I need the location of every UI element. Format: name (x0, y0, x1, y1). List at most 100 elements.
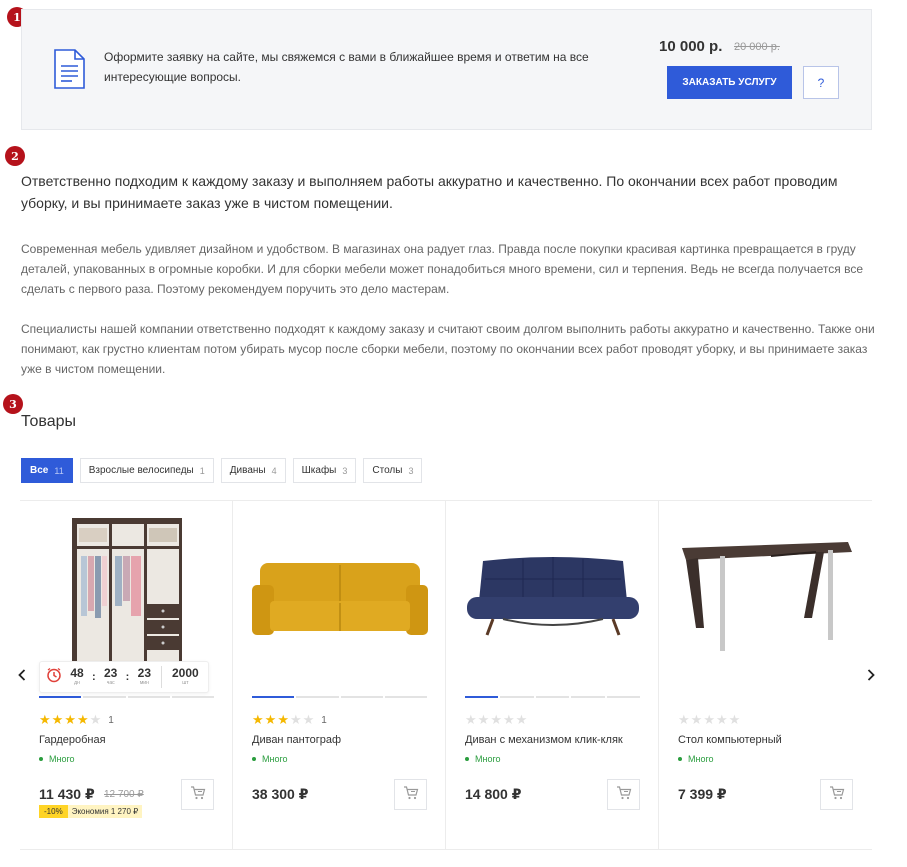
product-card[interactable]: ★ ★ ★ ★ ★ 1 Гардеробная Много 11 430 ₽12 700 ₽ -1… (20, 501, 233, 849)
countdown-timer: 48 дн:23 час:23 мин 2000 шт (39, 661, 210, 693)
star-icon: ★ (690, 712, 703, 727)
product-name[interactable]: Стол компьютерный (678, 734, 782, 746)
discount-badge: -10% Экономия 1 270 ₽ (39, 805, 143, 818)
gallery-dot[interactable] (465, 696, 499, 698)
gallery-dot[interactable] (252, 696, 295, 698)
banner-old-price: 20 000 р. (734, 41, 780, 53)
star-icon: ★ (51, 712, 64, 727)
product-name[interactable]: Гардеробная (39, 734, 106, 746)
review-count: 1 (108, 714, 114, 726)
stock-status: Много (252, 754, 288, 764)
add-to-cart-button[interactable] (607, 779, 640, 810)
cart-icon (190, 786, 206, 803)
banner-price: 10 000 р. (659, 38, 723, 55)
gallery-dot[interactable] (535, 696, 570, 698)
add-to-cart-button[interactable] (394, 779, 427, 810)
product-rating: ★ ★ ★ ★ ★ 1 (252, 712, 327, 728)
product-image[interactable] (32, 513, 221, 683)
product-image[interactable] (245, 513, 434, 683)
filter-tabs: Все 11 Взрослые велосипеды 1 Диваны 4 Шкафы 3 Ст… (21, 458, 423, 483)
gallery-dot[interactable] (571, 696, 605, 698)
gallery-dot[interactable] (296, 696, 339, 698)
add-to-cart-button[interactable] (820, 779, 853, 810)
filter-tab[interactable]: Взрослые велосипеды 1 (79, 458, 214, 483)
timer-qty: 2000 шт (168, 667, 202, 687)
add-to-cart-button[interactable] (181, 779, 214, 810)
product-image[interactable] (671, 513, 860, 683)
order-banner: Оформите заявку на сайте, мы свяжемся с … (21, 9, 872, 130)
section-title: Товары (21, 413, 77, 430)
filter-tab[interactable]: Столы 3 (363, 458, 423, 483)
gallery-dot[interactable] (127, 696, 170, 698)
paragraph-1: Современная мебель удивляет дизайном и у… (21, 242, 863, 296)
filter-count: 3 (408, 465, 414, 476)
banner-text: Оформите заявку на сайте, мы свяжемся с … (104, 50, 589, 84)
product-name[interactable]: Диван с механизмом клик-кляк (465, 734, 623, 746)
star-icon: ★ (490, 712, 502, 727)
star-icon: ★ (477, 712, 490, 727)
product-card[interactable]: ★ ★ ★ ★ ★ Стол компьютерный Много 7 399 ₽ (659, 501, 872, 849)
gallery-dot[interactable] (171, 696, 214, 698)
product-price: 11 430 ₽ (39, 786, 95, 802)
product-rating: ★ ★ ★ ★ ★ (678, 712, 740, 728)
filter-tab[interactable]: Все 11 (21, 458, 73, 483)
stock-status: Много (465, 754, 501, 764)
timer-days: 48 дн (66, 667, 88, 687)
timer-days-value: 48 (70, 666, 84, 680)
product-price: 14 800 ₽ (465, 786, 522, 802)
timer-hours-label: час (106, 680, 115, 686)
star-icon: ★ (252, 712, 264, 727)
star-icon: ★ (302, 712, 315, 727)
gallery-dot[interactable] (39, 696, 82, 698)
paragraph-2: Специалисты нашей компании ответственно … (21, 322, 875, 376)
discount-percent: -10% (39, 805, 68, 818)
timer-hours: 23 час (100, 667, 122, 687)
star-icon: ★ (277, 712, 289, 727)
star-icon: ★ (89, 712, 102, 727)
clock-icon (46, 667, 62, 688)
filter-tab[interactable]: Диваны 4 (220, 458, 286, 483)
document-icon (53, 49, 85, 94)
timer-separator: : (125, 671, 130, 683)
star-icon: ★ (715, 712, 728, 727)
cart-icon (403, 786, 419, 803)
economy-label: Экономия 1 270 ₽ (67, 805, 143, 818)
timer-qty-label: шт (182, 680, 189, 686)
filter-label: Столы (372, 465, 403, 476)
product-name[interactable]: Диван пантограф (252, 734, 341, 746)
star-icon: ★ (678, 712, 690, 727)
filter-label: Взрослые велосипеды (88, 465, 194, 476)
timer-days-label: дн (74, 680, 80, 686)
timer-hours-value: 23 (103, 666, 118, 680)
filter-tab[interactable]: Шкафы 3 (292, 458, 357, 483)
star-icon: ★ (64, 712, 76, 727)
filter-count: 4 (271, 465, 277, 476)
stock-status: Много (39, 754, 75, 764)
gallery-dot[interactable] (83, 696, 126, 698)
gallery-dot[interactable] (384, 696, 427, 698)
stock-status: Много (678, 754, 714, 764)
product-rating: ★ ★ ★ ★ ★ 1 (39, 712, 114, 728)
product-old-price: 12 700 ₽ (104, 789, 144, 800)
product-card[interactable]: ★ ★ ★ ★ ★ 1 Диван пантограф Много 38 300 ₽ (233, 501, 446, 849)
product-price: 38 300 ₽ (252, 786, 309, 802)
filter-label: Диваны (229, 465, 266, 476)
cart-icon (616, 786, 632, 803)
gallery-dot[interactable] (606, 696, 641, 698)
star-icon: ★ (703, 712, 715, 727)
marker-2: 2 (5, 146, 25, 166)
help-button[interactable]: ? (803, 66, 839, 99)
filter-count: 11 (54, 465, 64, 476)
timer-separator: : (92, 671, 96, 683)
marker-3: 3 (3, 394, 23, 414)
review-count: 1 (321, 714, 327, 726)
star-icon: ★ (728, 712, 741, 727)
star-icon: ★ (465, 712, 477, 727)
product-image[interactable] (458, 513, 647, 683)
gallery-indicator (252, 696, 427, 698)
gallery-dot[interactable] (340, 696, 383, 698)
product-card[interactable]: ★ ★ ★ ★ ★ Диван с механизмом клик-кляк Много 14… (446, 501, 659, 849)
order-service-button[interactable]: ЗАКАЗАТЬ УСЛУГУ (667, 66, 792, 99)
filter-label: Все (30, 465, 49, 476)
gallery-dot[interactable] (500, 696, 534, 698)
